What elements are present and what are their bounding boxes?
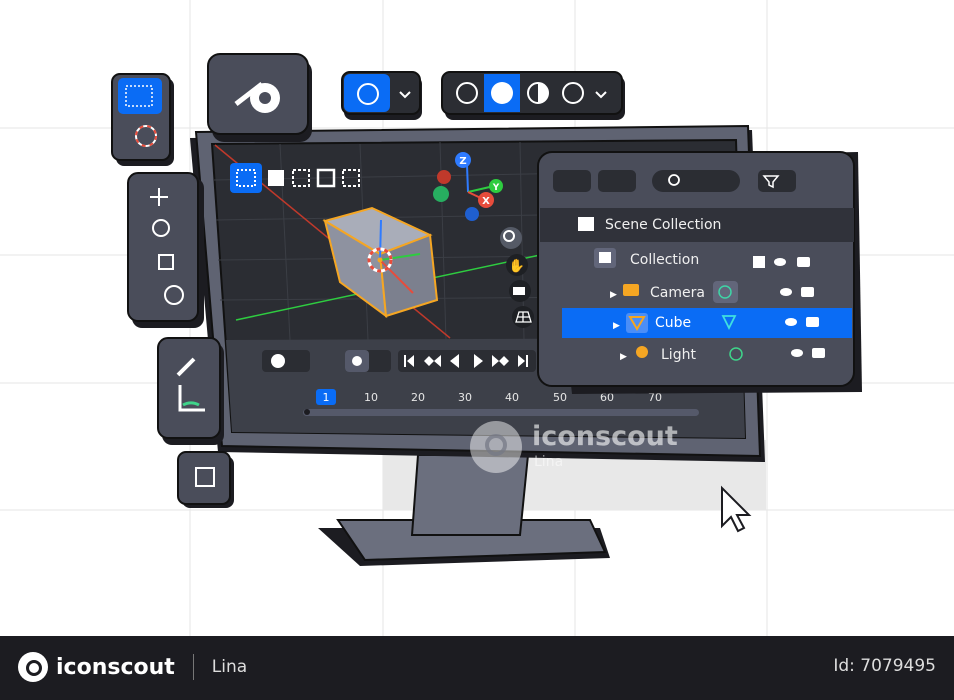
svg-text:iconscout: iconscout — [532, 421, 678, 452]
viewport-shading-popover[interactable] — [341, 71, 422, 120]
select-mode-new-button[interactable] — [230, 163, 262, 193]
render-camera-icon[interactable] — [812, 348, 825, 358]
iconscout-logo-icon — [18, 652, 48, 682]
blender-logo-tile — [207, 53, 312, 142]
visibility-eye-icon[interactable] — [791, 349, 803, 357]
shading-mode-bar[interactable] — [441, 71, 625, 120]
visibility-eye-icon[interactable] — [785, 318, 797, 326]
scene-collection-label[interactable]: Scene Collection — [605, 217, 721, 233]
footer-bar: iconscout Lina Id: 7079495 — [0, 636, 954, 700]
playback-buttons[interactable] — [398, 350, 536, 372]
svg-text:▶: ▶ — [610, 290, 617, 300]
scene-collection-icon — [578, 217, 594, 231]
svg-text:50: 50 — [553, 391, 567, 404]
author-name[interactable]: Lina — [212, 657, 247, 677]
exclude-checkbox[interactable] — [753, 256, 765, 268]
svg-text:X: X — [482, 196, 490, 207]
timeline-controls — [262, 350, 536, 372]
svg-text:▶: ▶ — [613, 321, 620, 331]
outliner-item-light[interactable]: Light — [661, 347, 696, 363]
render-camera-icon[interactable] — [801, 287, 814, 297]
asset-id: Id: 7079495 — [833, 656, 936, 676]
svg-text:✋: ✋ — [509, 258, 525, 274]
add-cube-tile[interactable] — [177, 451, 234, 508]
transform-tools-tile[interactable] — [127, 172, 204, 328]
visibility-eye-icon[interactable] — [780, 288, 792, 296]
outliner-panel: Scene Collection Collection ▶ Camera ▶ C… — [537, 151, 862, 394]
camera-icon — [623, 284, 639, 296]
footer-brand: iconscout Lina — [18, 652, 247, 682]
collection-icon — [599, 252, 611, 263]
timeline-mode-dropdown[interactable] — [262, 350, 310, 372]
svg-text:10: 10 — [364, 391, 378, 404]
svg-text:1: 1 — [323, 391, 330, 404]
svg-text:20: 20 — [411, 391, 425, 404]
svg-text:Lina: Lina — [534, 454, 563, 470]
view-layer-dropdown[interactable] — [598, 170, 636, 192]
outliner-item-camera[interactable]: Camera — [650, 285, 705, 301]
svg-text:▶: ▶ — [620, 352, 627, 362]
illustration: Z Y X ✋ 1 10 20 30 40 50 60 70 Scene Col… — [0, 0, 954, 636]
filter-dropdown[interactable] — [758, 170, 796, 192]
visibility-eye-icon[interactable] — [774, 258, 786, 266]
outliner-search-input[interactable] — [652, 170, 740, 192]
timeline-scrubber[interactable] — [303, 409, 699, 416]
render-camera-icon[interactable] — [806, 317, 819, 327]
svg-text:Z: Z — [459, 156, 466, 167]
light-icon — [636, 346, 648, 358]
zoom-icon[interactable] — [500, 227, 522, 249]
render-camera-icon[interactable] — [797, 257, 810, 267]
outliner-item-cube[interactable]: Cube — [655, 315, 691, 331]
divider — [192, 654, 194, 680]
annotate-measure-tile[interactable] — [157, 337, 224, 445]
display-mode-dropdown[interactable] — [553, 170, 591, 192]
svg-text:Y: Y — [492, 183, 500, 193]
svg-text:40: 40 — [505, 391, 519, 404]
brand-name: iconscout — [56, 654, 175, 680]
select-tool-tile[interactable] — [111, 73, 174, 166]
outliner-item-collection[interactable]: Collection — [630, 252, 699, 268]
svg-text:30: 30 — [458, 391, 472, 404]
select-mode-extend-button[interactable] — [268, 170, 284, 186]
solid-shading-icon — [491, 82, 513, 104]
